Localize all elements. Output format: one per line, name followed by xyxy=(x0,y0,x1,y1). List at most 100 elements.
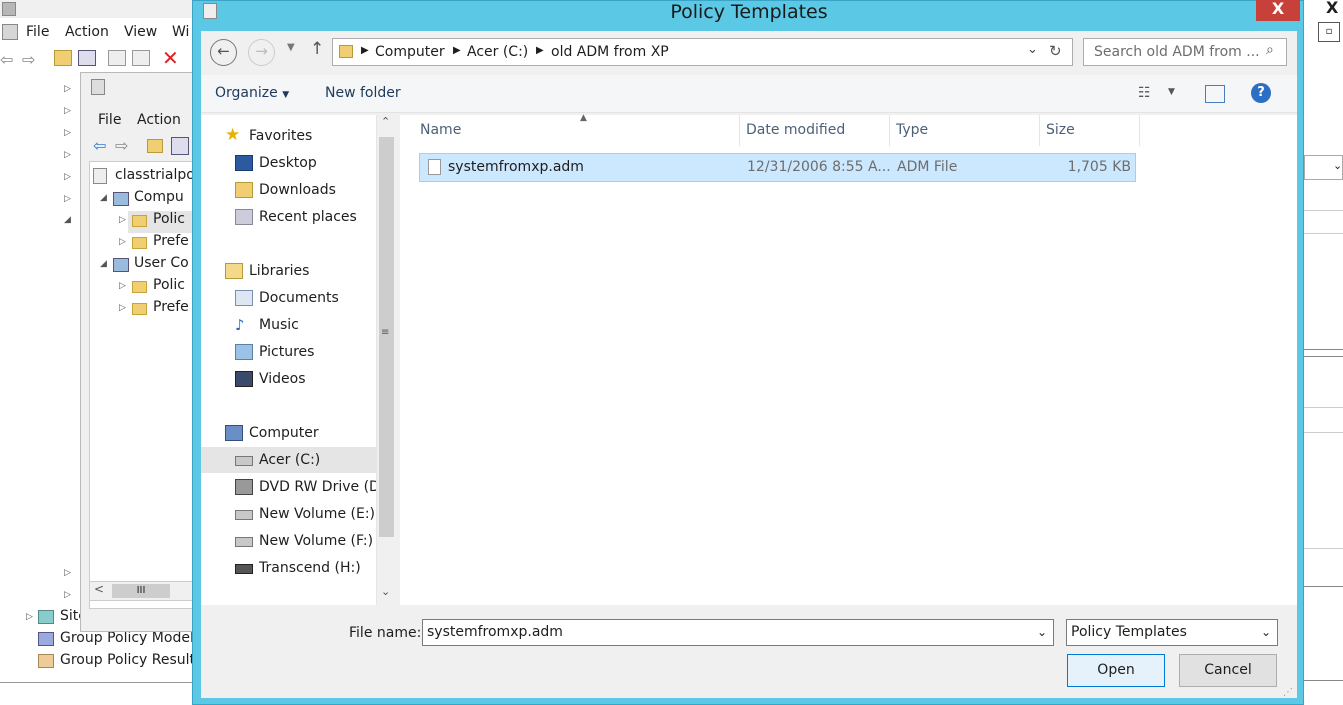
chevron-down-icon[interactable]: ⌄ xyxy=(1027,42,1038,57)
tree-computer-config[interactable]: Compu xyxy=(134,189,184,205)
chevron-down-icon[interactable]: ⌄ xyxy=(1037,620,1047,645)
breadcrumb-arrow-icon[interactable]: ▶ xyxy=(453,45,461,56)
expand-icon[interactable]: ▷ xyxy=(64,568,71,578)
tree-policies[interactable]: Polic xyxy=(153,211,185,227)
tree-gp-results[interactable]: Group Policy Results xyxy=(60,652,202,668)
refresh-icon[interactable]: ↻ xyxy=(1049,42,1062,60)
nav-music[interactable]: ♪ Music xyxy=(201,312,376,338)
editor-menu-file[interactable]: File xyxy=(98,112,121,128)
help-icon[interactable]: ? xyxy=(1251,83,1271,103)
nav-videos[interactable]: Videos xyxy=(201,366,376,392)
scroll-down-icon[interactable]: ⌄ xyxy=(381,585,390,598)
open-button[interactable]: Open xyxy=(1067,654,1165,687)
tree-policy-root[interactable]: classtrialpol xyxy=(115,167,199,183)
back-icon[interactable]: ⇦ xyxy=(0,50,13,69)
breadcrumb-arrow-icon[interactable]: ▶ xyxy=(536,45,544,56)
expand-icon[interactable]: ▷ xyxy=(64,194,71,204)
menu-window[interactable]: Wi xyxy=(172,24,189,40)
up-button[interactable]: ↑ xyxy=(310,39,324,59)
tree-user-config[interactable]: User Co xyxy=(134,255,189,271)
search-icon[interactable]: ⌕ xyxy=(1266,42,1274,58)
tree-preferences[interactable]: Prefe xyxy=(153,233,189,249)
nav-drive-h[interactable]: Transcend (H:) xyxy=(201,555,376,581)
expand-icon[interactable]: ▷ xyxy=(119,303,126,313)
view-options-icon[interactable]: ☷ xyxy=(1138,85,1151,101)
nav-documents[interactable]: Documents xyxy=(201,285,376,311)
back-button[interactable]: ← xyxy=(210,39,237,66)
breadcrumb-folder[interactable]: old ADM from XP xyxy=(551,44,669,60)
column-type[interactable]: Type xyxy=(890,115,1040,146)
forward-icon[interactable]: ⇨ xyxy=(22,50,35,69)
nav-computer[interactable]: Computer xyxy=(201,420,376,446)
bg-close-icon[interactable]: X xyxy=(1326,0,1338,17)
scroll-thumb[interactable]: III xyxy=(112,584,170,598)
paste-icon[interactable] xyxy=(132,50,150,66)
cancel-button[interactable]: Cancel xyxy=(1179,654,1277,687)
nav-libraries[interactable]: Libraries xyxy=(201,258,376,284)
menu-action[interactable]: Action xyxy=(65,24,109,40)
show-tree-icon[interactable] xyxy=(78,50,96,66)
nav-recent-places[interactable]: Recent places xyxy=(201,204,376,230)
scroll-up-icon[interactable]: ⌃ xyxy=(381,115,390,128)
column-size[interactable]: Size xyxy=(1040,115,1140,146)
tree-preferences[interactable]: Prefe xyxy=(153,299,189,315)
breadcrumb-arrow-icon[interactable]: ▶ xyxy=(361,45,369,56)
back-icon[interactable]: ⇦ xyxy=(93,136,106,155)
expand-icon[interactable]: ▷ xyxy=(64,172,71,182)
expand-icon[interactable]: ▷ xyxy=(64,106,71,116)
expand-icon[interactable]: ▷ xyxy=(119,215,126,225)
breadcrumb-computer[interactable]: Computer xyxy=(375,44,445,60)
collapse-icon[interactable]: ◢ xyxy=(100,193,107,203)
file-type-select[interactable]: Policy Templates ⌄ xyxy=(1066,619,1278,646)
search-input[interactable]: Search old ADM from ... xyxy=(1083,38,1287,66)
file-row[interactable]: systemfromxp.adm 12/31/2006 8:55 A... AD… xyxy=(419,153,1136,182)
nav-drive-d[interactable]: DVD RW Drive (D xyxy=(201,474,376,500)
up-folder-icon[interactable] xyxy=(147,139,163,153)
nav-drive-f[interactable]: New Volume (F:) xyxy=(201,528,376,554)
breadcrumb-drive[interactable]: Acer (C:) xyxy=(467,44,528,60)
nav-drive-e[interactable]: New Volume (E:) xyxy=(201,501,376,527)
recent-dropdown-icon[interactable]: ▼ xyxy=(287,42,295,53)
expand-icon[interactable]: ▷ xyxy=(26,612,33,622)
copy-icon[interactable] xyxy=(108,50,126,66)
new-folder-button[interactable]: New folder xyxy=(325,85,401,101)
nav-label: Favorites xyxy=(249,128,313,144)
up-folder-icon[interactable] xyxy=(54,50,72,66)
nav-desktop[interactable]: Desktop xyxy=(201,150,376,176)
expand-icon[interactable]: ▷ xyxy=(64,590,71,600)
navigation-scrollbar[interactable]: ⌃ ≡ ⌄ xyxy=(376,115,395,605)
address-bar[interactable]: ▶ Computer ▶ Acer (C:) ▶ old ADM from XP… xyxy=(332,38,1073,66)
show-tree-icon[interactable] xyxy=(171,137,189,155)
collapse-icon[interactable]: ◢ xyxy=(64,215,71,225)
close-button[interactable]: X xyxy=(1256,0,1300,21)
tree-gp-modeling[interactable]: Group Policy Model xyxy=(60,630,194,646)
expand-icon[interactable]: ▷ xyxy=(119,281,126,291)
column-date[interactable]: Date modified xyxy=(740,115,890,146)
scroll-left-icon[interactable]: < xyxy=(94,582,104,596)
delete-icon[interactable]: ✕ xyxy=(162,46,179,70)
nav-downloads[interactable]: Downloads xyxy=(201,177,376,203)
organize-button[interactable]: Organize ▼ xyxy=(215,85,289,101)
collapse-icon[interactable]: ◢ xyxy=(100,259,107,269)
resize-grip-icon[interactable]: ⋰ xyxy=(1283,687,1293,698)
menu-file[interactable]: File xyxy=(26,24,49,40)
nav-pictures[interactable]: Pictures xyxy=(201,339,376,365)
forward-icon[interactable]: ⇨ xyxy=(115,136,128,155)
expand-icon[interactable]: ▷ xyxy=(119,237,126,247)
restore-icon[interactable]: ▫ xyxy=(1318,22,1340,42)
editor-menu-action[interactable]: Action xyxy=(137,112,181,128)
bg-dropdown[interactable]: ⌄ xyxy=(1304,155,1343,180)
column-name[interactable]: Name ▲ xyxy=(414,113,740,146)
view-dropdown-icon[interactable]: ▼ xyxy=(1168,87,1175,97)
horizontal-scrollbar[interactable]: < III xyxy=(89,581,199,601)
preview-pane-icon[interactable] xyxy=(1205,85,1225,103)
tree-policies[interactable]: Polic xyxy=(153,277,185,293)
expand-icon[interactable]: ▷ xyxy=(64,128,71,138)
nav-drive-c[interactable]: Acer (C:) xyxy=(201,447,376,473)
nav-favorites[interactable]: ★ Favorites xyxy=(201,123,376,149)
expand-icon[interactable]: ▷ xyxy=(64,150,71,160)
forward-button[interactable]: → xyxy=(248,39,275,66)
file-name-input[interactable]: systemfromxp.adm ⌄ xyxy=(422,619,1054,646)
menu-view[interactable]: View xyxy=(124,24,157,40)
expand-icon[interactable]: ▷ xyxy=(64,84,71,94)
